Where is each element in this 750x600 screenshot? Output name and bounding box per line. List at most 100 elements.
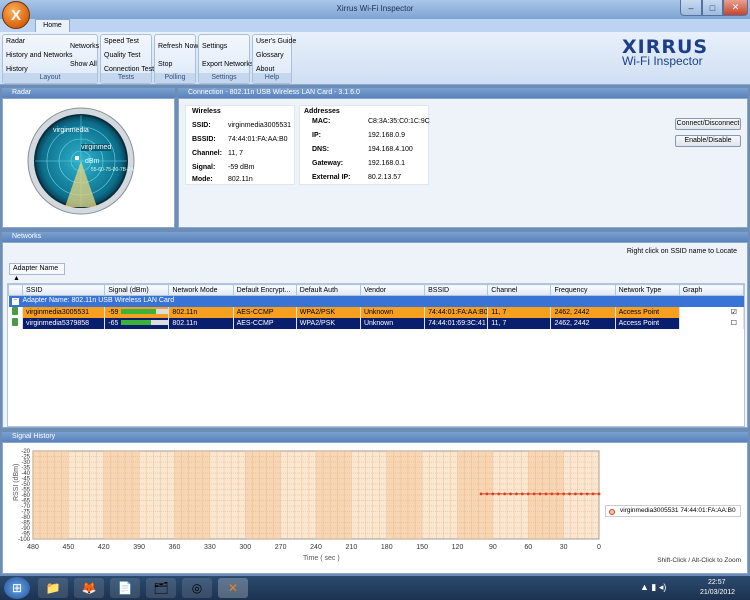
mode-label: Mode: [192, 176, 213, 183]
data-point [515, 492, 518, 496]
cell-channel: 11, 7 [487, 317, 552, 329]
adapter-group-row[interactable]: − Adapter Name: 802.11n USB Wireless LAN … [8, 295, 744, 307]
table-header-row: SSID Signal (dBm) Network Mode Default E… [7, 284, 745, 296]
firefox-taskbar-icon[interactable]: 🦊 [74, 578, 104, 598]
ribbon-quality-test[interactable]: Quality Test [104, 52, 140, 59]
wireless-box: Wireless SSID: virginmedia3005531 BSSID:… [185, 105, 295, 185]
ribbon-group-help: User's Guide Glossary About Help [252, 34, 296, 84]
col-header-encrypt[interactable]: Default Encrypt... [232, 284, 297, 296]
data-point [556, 492, 560, 496]
ribbon-glossary[interactable]: Glossary [256, 52, 284, 59]
xirrus-taskbar-icon[interactable]: ✕ [218, 578, 248, 598]
connection-panel: Connection - 802.11n USB Wireless LAN Ca… [178, 88, 748, 228]
ribbon-connection-test[interactable]: Connection Test [104, 66, 154, 73]
col-header-frequency[interactable]: Frequency [550, 284, 616, 296]
x-tick-label: 390 [133, 544, 145, 551]
table-row[interactable]: virginmedia5379858 -65 802.11n AES-CCMP … [8, 317, 745, 329]
enable-disable-button[interactable]: Enable/Disable [675, 135, 741, 147]
signal-history-header: Signal History [2, 432, 748, 442]
ribbon-speed-test[interactable]: Speed Test [104, 38, 139, 45]
table-row[interactable]: virginmedia3005531 -59 802.11n AES-CCMP … [8, 306, 745, 318]
radar-ssid-label[interactable]: virginmedia [53, 127, 89, 134]
gateway-value: 192.168.0.1 [368, 160, 405, 167]
radar-dbm-label: dBm [85, 158, 100, 165]
minimize-button[interactable]: – [680, 0, 702, 16]
col-header-bssid[interactable]: BSSID [424, 284, 489, 296]
chrome-taskbar-icon[interactable]: ◎ [182, 578, 212, 598]
dns-label: DNS: [312, 146, 330, 153]
time-band [386, 451, 423, 539]
x-tick-label: 240 [310, 544, 322, 551]
ribbon-networks[interactable]: Networks [70, 43, 99, 50]
cell-ssid[interactable]: virginmedia5379858 [22, 317, 106, 329]
cell-auth: WPA2/PSK [296, 306, 361, 318]
ribbon-radar[interactable]: Radar [6, 38, 25, 45]
folder-taskbar-icon[interactable]: 🗂 [146, 578, 176, 598]
channel-value: 11, 7 [228, 150, 244, 157]
signal-history-panel: Signal History -20 -25 -30 -35 -40 -45 -50 -55-… [2, 432, 748, 574]
ribbon-history-and-networks[interactable]: History and Networks [6, 52, 73, 59]
connect-disconnect-button[interactable]: Connect/Disconnect [675, 118, 741, 130]
x-tick-label: 360 [169, 544, 181, 551]
clock-date[interactable]: 21/03/2012 [700, 589, 735, 596]
x-tick-label: 60 [524, 544, 532, 551]
ribbon-stop[interactable]: Stop [158, 61, 172, 68]
ribbon-export-networks[interactable]: Export Networks [202, 61, 253, 68]
graph-checkbox[interactable]: ☑ [679, 306, 745, 318]
ribbon-show-all[interactable]: Show All [70, 61, 97, 68]
data-point [568, 492, 571, 496]
col-header-signal[interactable]: Signal (dBm) [104, 284, 170, 296]
cell-vendor: Unknown [360, 306, 426, 318]
x-tick-label: 0 [597, 544, 601, 551]
ribbon-tab-strip [0, 19, 750, 32]
ribbon-settings[interactable]: Settings [202, 43, 227, 50]
data-point [491, 492, 495, 496]
product-name: Wi-Fi Inspector [622, 54, 703, 68]
col-header-auth[interactable]: Default Auth [295, 284, 361, 296]
col-header-channel[interactable]: Channel [487, 284, 552, 296]
col-header-graph[interactable]: Graph [678, 284, 745, 296]
collapse-icon[interactable]: − [11, 297, 19, 306]
x-tick-label: 180 [381, 544, 393, 551]
dns-value: 194.168.4.100 [368, 146, 413, 153]
clock-time[interactable]: 22:57 [708, 579, 726, 586]
chart-legend[interactable]: virginmedia3005531 74:44:01:FA:AA:B0 [605, 505, 741, 517]
col-header-vendor[interactable]: Vendor [359, 284, 426, 296]
cell-bssid: 74:44:01:69:3C:41 [424, 317, 489, 329]
group-by-adapter-name[interactable]: Adapter Name ▲ [9, 263, 65, 282]
graph-checkbox[interactable]: ☐ [679, 317, 745, 329]
radar-network-dot[interactable] [75, 156, 79, 160]
bssid-label: BSSID: [192, 136, 216, 143]
explorer-taskbar-icon[interactable]: 📁 [38, 578, 68, 598]
cell-network-type: Access Point [615, 317, 680, 329]
cell-encrypt: AES-CCMP [233, 306, 297, 318]
ribbon-users-guide[interactable]: User's Guide [256, 38, 296, 45]
word-taskbar-icon[interactable]: 📄 [110, 578, 140, 598]
radar-center-label[interactable]: virginmed [81, 144, 112, 151]
cell-network-type: Access Point [615, 306, 680, 318]
window-title: Xirrus Wi-Fi Inspector [336, 4, 414, 13]
data-point [497, 492, 501, 496]
cell-ssid[interactable]: virginmedia3005531 [22, 306, 106, 318]
cell-bssid: 74:44:01:FA:AA:B0 [424, 306, 489, 318]
col-header-network-type[interactable]: Network Type [614, 284, 680, 296]
cell-vendor: Unknown [360, 317, 426, 329]
network-icon [8, 306, 24, 318]
app-menu-icon[interactable]: X [2, 1, 30, 29]
external-ip-label: External IP: [312, 174, 351, 181]
tray-icons[interactable]: ▲ ▮ ◂) [640, 582, 666, 593]
close-button[interactable]: ✕ [723, 0, 748, 16]
col-header-ssid[interactable]: SSID [22, 284, 106, 296]
maximize-button[interactable]: □ [702, 0, 723, 16]
x-tick-label: 420 [98, 544, 110, 551]
channel-label: Channel: [192, 150, 222, 157]
legend-marker-icon [609, 509, 615, 515]
tab-home[interactable]: Home [35, 19, 70, 32]
x-tick-label: 120 [452, 544, 464, 551]
signal-history-body: -20 -25 -30 -35 -40 -45 -50 -55 -60 -65 -70 -75 -80-… [2, 442, 748, 574]
ribbon-about[interactable]: About [256, 66, 274, 73]
start-button[interactable]: ⊞ [4, 577, 30, 599]
ribbon-history[interactable]: History [6, 66, 28, 73]
ribbon-refresh-now[interactable]: Refresh Now [158, 43, 198, 50]
col-header-mode[interactable]: Network Mode [168, 284, 234, 296]
